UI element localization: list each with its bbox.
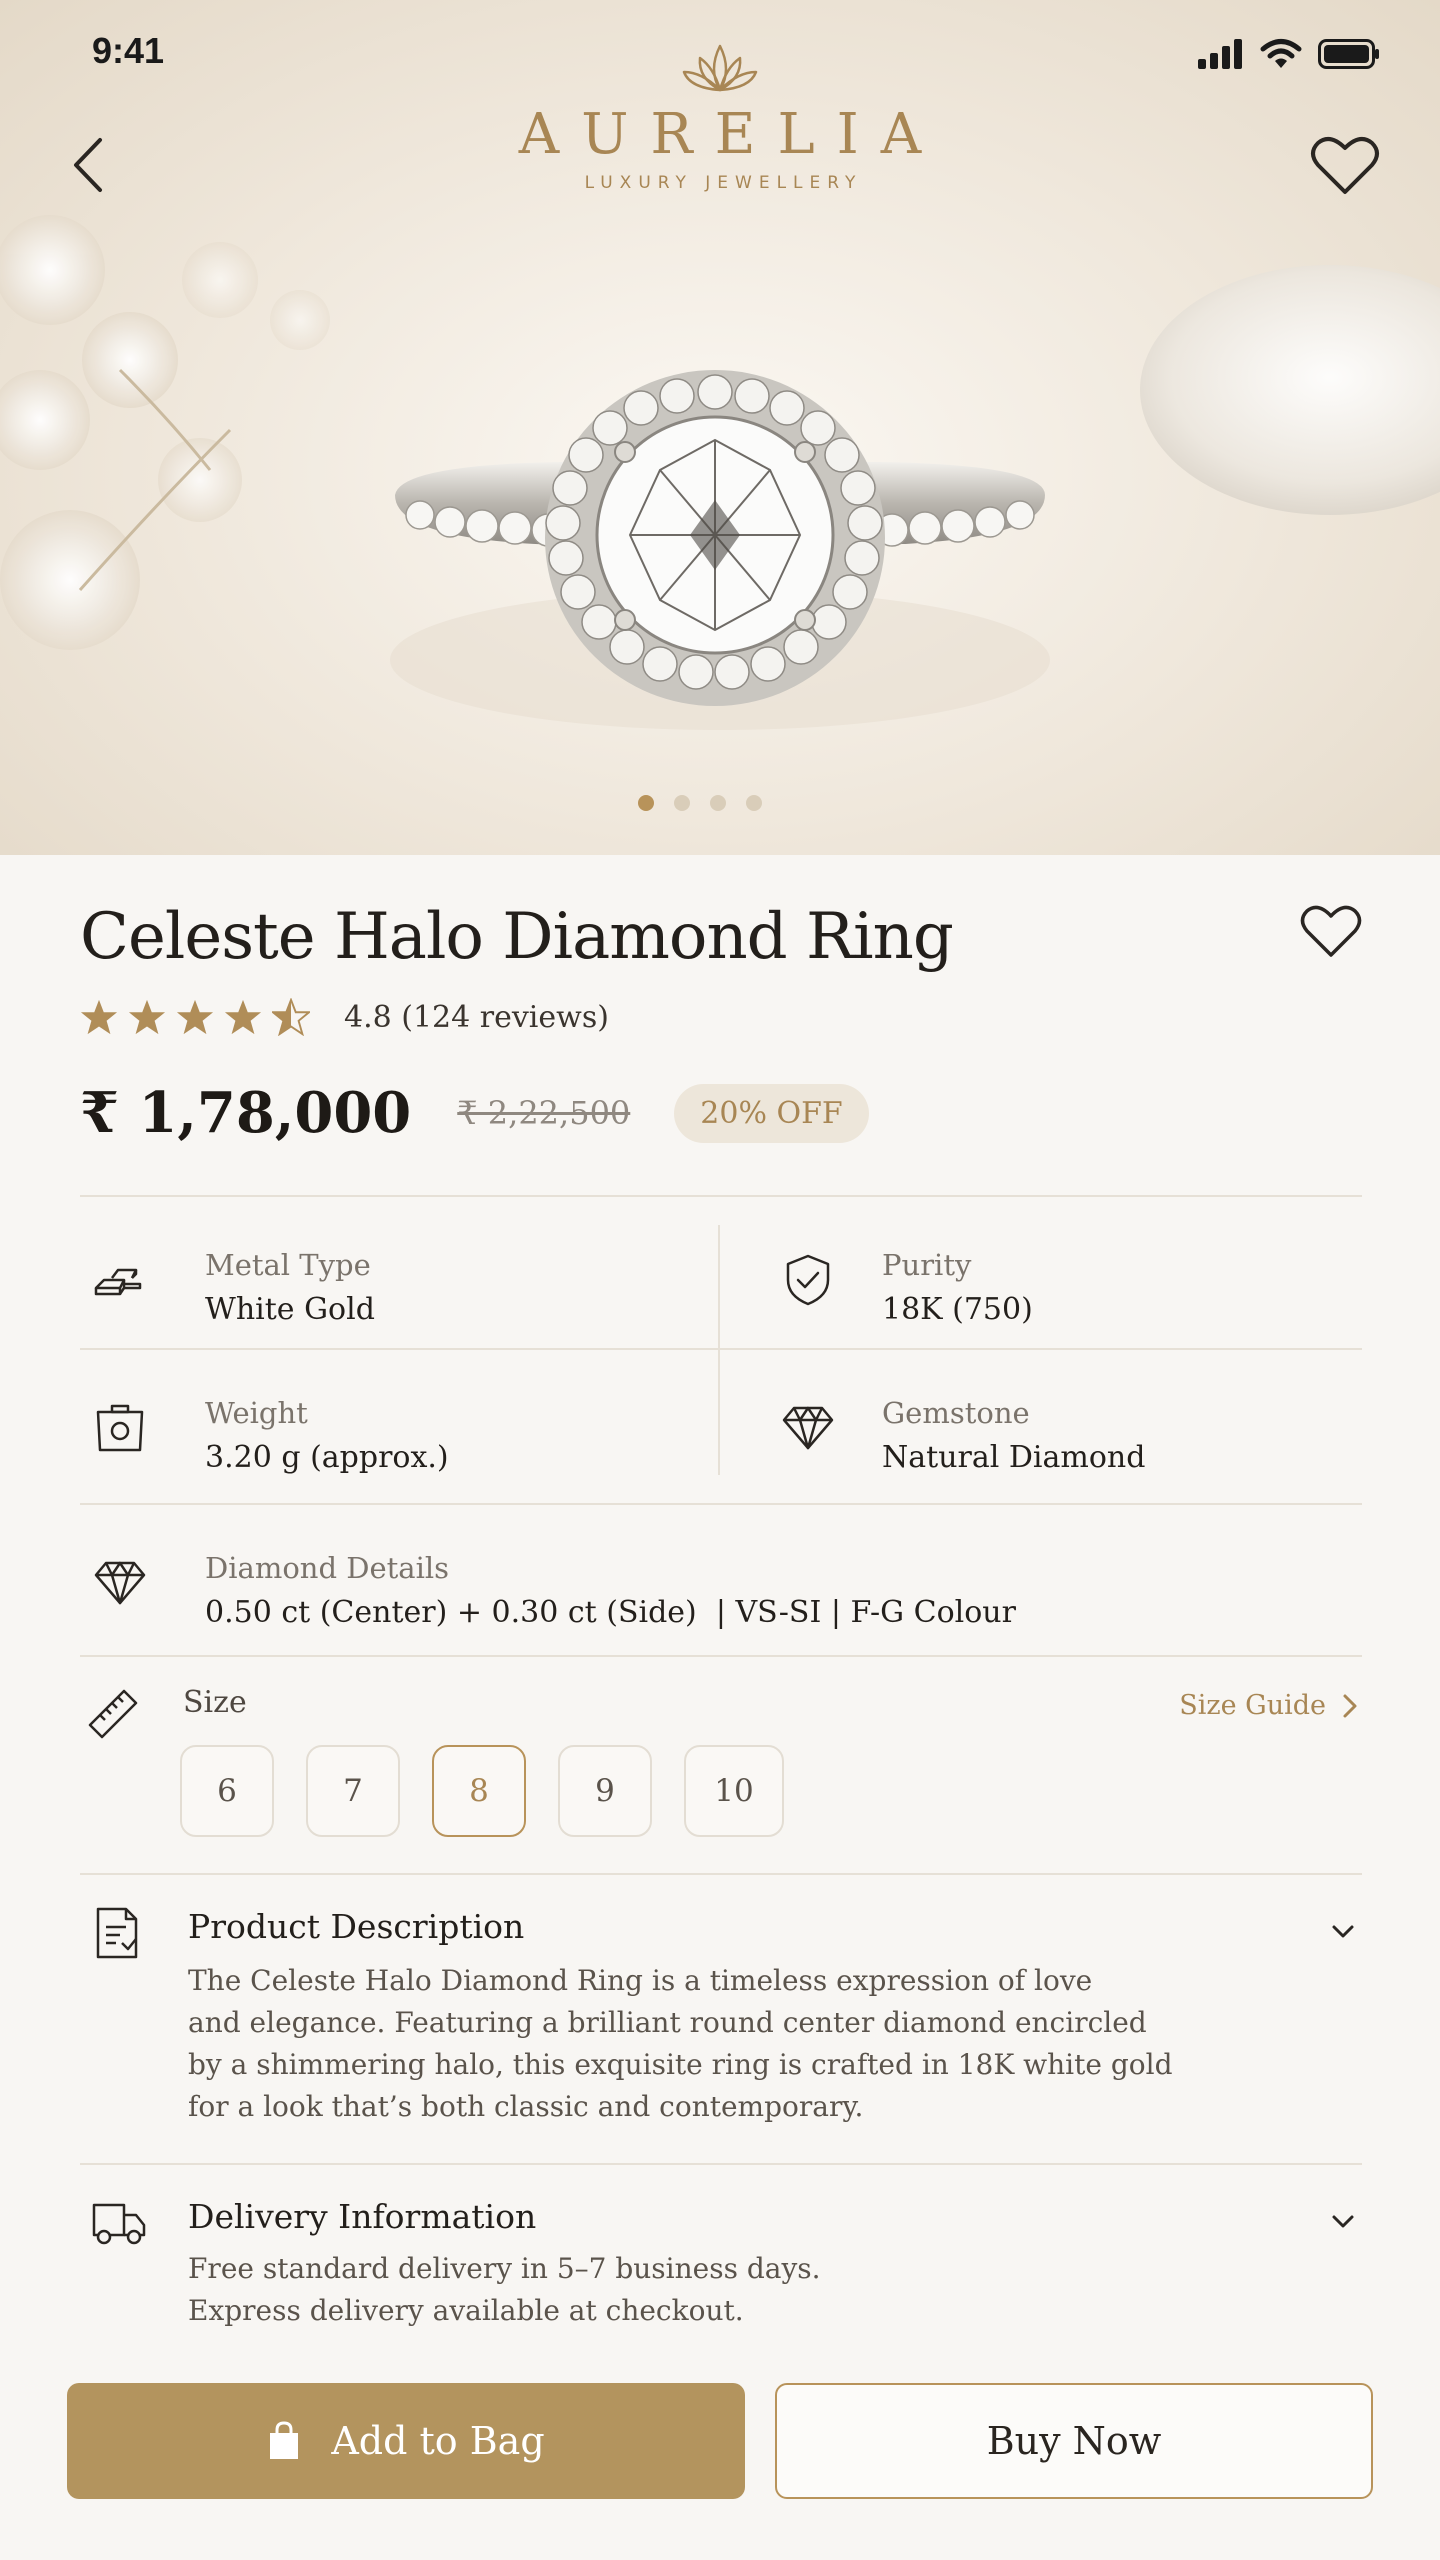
- size-option[interactable]: 6: [180, 1745, 274, 1837]
- star-rating: [80, 998, 310, 1036]
- diamond-icon: [782, 1406, 834, 1450]
- spec-label: Purity: [882, 1248, 972, 1282]
- carousel-dot[interactable]: [674, 795, 690, 811]
- spec-value: Natural Diamond: [882, 1440, 1146, 1475]
- carousel-dot[interactable]: [638, 795, 654, 811]
- spec-label: Metal Type: [205, 1248, 371, 1282]
- divider: [80, 1873, 1362, 1875]
- description-body: The Celeste Halo Diamond Ring is a timel…: [188, 1960, 1188, 2128]
- buy-now-label: Buy Now: [986, 2419, 1162, 2463]
- ruler-icon: [88, 1689, 138, 1739]
- rating-summary: 4.8 (124 reviews): [344, 999, 609, 1035]
- divider: [80, 2163, 1362, 2165]
- delivery-truck-icon: [92, 2203, 146, 2245]
- divider: [718, 1225, 720, 1475]
- delivery-line: Free standard delivery in 5–7 business d…: [188, 2252, 821, 2285]
- delivery-body: Free standard delivery in 5–7 business d…: [188, 2248, 1188, 2332]
- spec-label: Gemstone: [882, 1396, 1030, 1430]
- star-half-icon: [272, 998, 310, 1036]
- size-guide-label: Size Guide: [1179, 1690, 1326, 1721]
- spec-value: White Gold: [205, 1292, 375, 1327]
- price-row: ₹ 1,78,000 ₹ 2,22,500 20% OFF: [80, 1080, 869, 1146]
- size-selector: 6 7 8 9 10: [180, 1745, 784, 1837]
- spec-value: 0.50 ct (Center) + 0.30 ct (Side) | VS-S…: [205, 1595, 1016, 1630]
- star-full-icon: [176, 999, 214, 1035]
- action-bar: Add to Bag Buy Now: [0, 2350, 1440, 2560]
- description-line: by a shimmering halo, this exquisite rin…: [188, 2048, 1173, 2081]
- discount-badge: 20% OFF: [674, 1083, 869, 1143]
- current-price: ₹ 1,78,000: [80, 1080, 412, 1146]
- carousel-dot[interactable]: [710, 795, 726, 811]
- brand-logo: AURELIA LUXURY JEWELLERY: [0, 40, 1440, 193]
- size-option[interactable]: 9: [558, 1745, 652, 1837]
- delivery-line: Express delivery available at checkout.: [188, 2294, 744, 2327]
- chevron-down-icon[interactable]: [1326, 1915, 1360, 1949]
- spec-value: 18K (750): [882, 1292, 1033, 1327]
- chevron-right-icon: [1343, 1694, 1357, 1717]
- divider: [80, 1348, 1362, 1350]
- size-option-selected[interactable]: 8: [432, 1745, 526, 1837]
- divider: [80, 1655, 1362, 1657]
- document-icon: [96, 1907, 138, 1959]
- size-guide-link[interactable]: Size Guide: [1179, 1690, 1360, 1721]
- wishlist-heart-icon[interactable]: [1310, 134, 1380, 198]
- description-line: and elegance. Featuring a brilliant roun…: [188, 2006, 1147, 2039]
- star-full-icon: [224, 999, 262, 1035]
- divider: [80, 1503, 1362, 1505]
- divider: [80, 1195, 1362, 1197]
- original-price: ₹ 2,22,500: [457, 1094, 631, 1132]
- star-full-icon: [80, 999, 118, 1035]
- scale-icon: [96, 1404, 144, 1452]
- spec-label: Diamond Details: [205, 1551, 450, 1585]
- size-option[interactable]: 7: [306, 1745, 400, 1837]
- chevron-down-icon[interactable]: [1326, 2205, 1360, 2239]
- description-title[interactable]: Product Description: [188, 1907, 524, 1946]
- diamond-icon: [94, 1561, 146, 1605]
- lotus-logo-icon: [682, 44, 758, 92]
- size-option[interactable]: 10: [684, 1745, 784, 1837]
- shield-check-icon: [786, 1254, 830, 1306]
- spec-label: Weight: [205, 1396, 308, 1430]
- description-line: The Celeste Halo Diamond Ring is a timel…: [188, 1964, 1093, 1997]
- spec-value: 3.20 g (approx.): [205, 1440, 449, 1475]
- brand-tagline: LUXURY JEWELLERY: [584, 173, 863, 193]
- favorite-heart-icon[interactable]: [1300, 903, 1362, 961]
- brand-name: AURELIA: [518, 102, 944, 167]
- add-to-bag-button[interactable]: Add to Bag: [67, 2383, 745, 2499]
- product-rating[interactable]: 4.8 (124 reviews): [80, 998, 609, 1036]
- star-full-icon: [128, 999, 166, 1035]
- carousel-dot[interactable]: [746, 795, 762, 811]
- shopping-bag-icon: [270, 2421, 299, 2459]
- delivery-title[interactable]: Delivery Information: [188, 2197, 536, 2236]
- size-label: Size: [183, 1685, 247, 1720]
- carousel-indicator[interactable]: [0, 795, 1420, 811]
- product-title: Celeste Halo Diamond Ring: [80, 900, 954, 974]
- description-line: for a look that’s both classic and conte…: [188, 2090, 864, 2123]
- gold-bars-icon: [94, 1268, 142, 1296]
- buy-now-button[interactable]: Buy Now: [775, 2383, 1373, 2499]
- add-to-bag-label: Add to Bag: [331, 2419, 545, 2463]
